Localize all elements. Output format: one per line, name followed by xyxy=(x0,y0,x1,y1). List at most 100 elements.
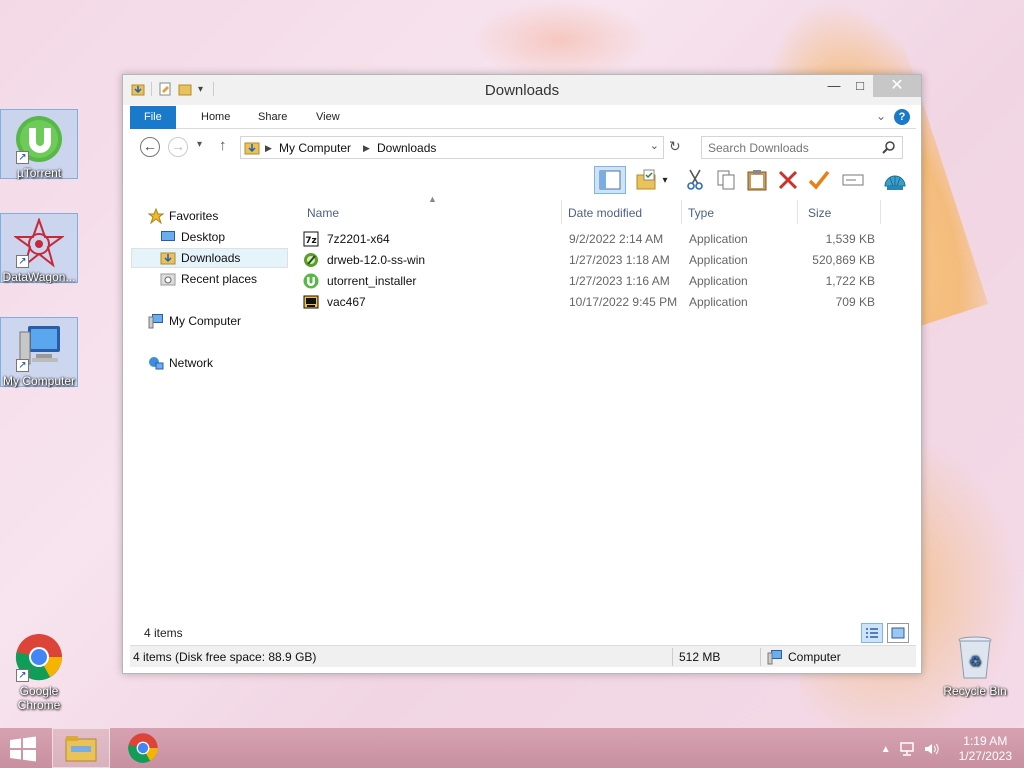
search-input[interactable] xyxy=(708,138,878,158)
address-bar[interactable]: ▶ My Computer ▶ Downloads ⌄ xyxy=(240,136,664,159)
taskbar-chrome[interactable] xyxy=(114,728,172,768)
folder-check-icon xyxy=(636,169,656,190)
utorrent-icon xyxy=(303,273,319,289)
nav-my-computer[interactable]: My Computer xyxy=(148,311,241,331)
tab-file[interactable]: File xyxy=(130,106,176,129)
large-icons-view-icon xyxy=(891,627,905,639)
status-disk-space: 4 items (Disk free space: 88.9 GB) xyxy=(133,650,317,664)
desktop-icon-datawagon[interactable]: ↗ DataWagon... xyxy=(0,213,78,284)
file-row[interactable]: 7z 7z2201-x64 9/2/2022 2:14 AM Applicati… xyxy=(295,229,895,250)
title-bar[interactable]: ▾ Downloads — □ ✕ xyxy=(123,75,921,105)
maximize-button[interactable]: □ xyxy=(847,75,873,97)
check-button[interactable] xyxy=(806,167,832,193)
address-row: ← → ▾ ↑ ▶ My Computer ▶ Downloads ⌄ ↻ xyxy=(130,133,916,161)
drweb-icon xyxy=(304,253,318,267)
delete-x-icon xyxy=(778,170,798,190)
desktop-icon-label: Recycle Bin xyxy=(943,684,1007,698)
clock[interactable]: 1:19 AM 1/27/2023 xyxy=(959,734,1012,764)
forward-button[interactable]: → xyxy=(168,137,188,157)
file-name: 7z2201-x64 xyxy=(327,232,390,246)
back-button[interactable]: ← xyxy=(140,137,160,157)
file-row[interactable]: utorrent_installer 1/27/2023 1:16 AM App… xyxy=(295,271,895,292)
volume-icon[interactable] xyxy=(923,741,939,757)
nav-label: Desktop xyxy=(181,230,226,244)
recycle-bin-icon: ♻ xyxy=(950,632,1000,682)
svg-text:♻: ♻ xyxy=(969,653,982,669)
large-icons-view-button[interactable] xyxy=(887,623,909,643)
delete-button[interactable] xyxy=(775,167,801,193)
rename-icon xyxy=(842,174,864,186)
7zip-icon: 7z xyxy=(303,231,319,247)
minimize-button[interactable]: — xyxy=(821,75,847,97)
desktop-icon-chrome[interactable]: ↗ Google Chrome xyxy=(0,628,78,712)
status-bar: 4 items (Disk free space: 88.9 GB) 512 M… xyxy=(130,645,916,667)
file-name: vac467 xyxy=(327,295,366,309)
windows-logo-icon xyxy=(10,736,36,762)
file-size: 1,722 KB xyxy=(825,274,875,288)
desktop-icon-utorrent[interactable]: ↗ µTorrent xyxy=(0,109,78,180)
search-icon[interactable] xyxy=(882,140,896,154)
breadcrumb-downloads[interactable]: Downloads xyxy=(377,141,436,155)
taskbar-file-explorer[interactable] xyxy=(52,728,110,768)
expand-ribbon-icon[interactable]: ⌄ xyxy=(876,109,886,123)
file-row[interactable]: drweb-12.0-ss-win 1/27/2023 1:18 AM Appl… xyxy=(295,250,895,271)
nav-downloads[interactable]: Downloads xyxy=(131,248,288,268)
details-view-button[interactable] xyxy=(861,623,883,643)
downloads-icon xyxy=(160,252,176,265)
navigation-pane: Favorites Desktop Downloads Recent place… xyxy=(130,200,290,610)
item-count: 4 items xyxy=(144,626,183,640)
chevron-right-icon: ▶ xyxy=(265,143,272,153)
desktop-icon xyxy=(161,231,175,241)
downloads-folder-icon xyxy=(244,142,260,155)
svg-text:7z: 7z xyxy=(305,236,317,246)
shell-button[interactable] xyxy=(882,167,908,193)
column-separator xyxy=(880,200,881,224)
preview-pane-button[interactable] xyxy=(594,166,626,194)
scissors-icon xyxy=(687,169,703,190)
file-size: 1,539 KB xyxy=(825,232,875,246)
chrome-icon xyxy=(128,733,158,763)
breadcrumb-my-computer[interactable]: My Computer xyxy=(279,141,351,155)
tab-share[interactable]: Share xyxy=(244,106,301,129)
column-header-type[interactable]: Type xyxy=(676,202,792,224)
desktop-icon-label: DataWagon... xyxy=(2,270,76,284)
file-size: 520,869 KB xyxy=(812,253,875,267)
separator xyxy=(760,648,761,666)
recent-locations-icon[interactable]: ▾ xyxy=(197,139,202,150)
up-button[interactable]: ↑ xyxy=(219,137,227,154)
separator xyxy=(672,648,673,666)
desktop-icon-recycle-bin[interactable]: ♻ Recycle Bin xyxy=(936,628,1014,698)
close-button[interactable]: ✕ xyxy=(873,75,921,97)
nav-label: Downloads xyxy=(181,251,241,265)
help-button[interactable]: ? xyxy=(894,109,910,125)
show-hidden-icons-icon[interactable]: ▲ xyxy=(881,744,891,755)
clipboard-icon xyxy=(747,170,767,191)
refresh-button[interactable]: ↻ xyxy=(669,138,681,155)
rename-button[interactable] xyxy=(840,167,866,193)
file-name: drweb-12.0-ss-win xyxy=(327,253,426,267)
copy-button[interactable] xyxy=(713,167,739,193)
address-dropdown-icon[interactable]: ⌄ xyxy=(650,139,659,152)
column-header-date[interactable]: Date modified xyxy=(556,202,676,224)
file-date: 9/2/2022 2:14 AM xyxy=(569,232,664,246)
start-button[interactable] xyxy=(8,736,38,765)
folder-options-button[interactable] xyxy=(634,167,660,193)
network-status-icon[interactable] xyxy=(899,741,915,757)
paste-button[interactable] xyxy=(744,167,770,193)
explorer-window: ▾ Downloads — □ ✕ File Home Share View ⌄… xyxy=(122,74,922,674)
nav-desktop[interactable]: Desktop xyxy=(160,227,225,247)
file-type: Application xyxy=(689,232,748,246)
file-row[interactable]: vac467 10/17/2022 9:45 PM Application 70… xyxy=(295,292,895,313)
file-type: Application xyxy=(689,253,748,267)
nav-network[interactable]: Network xyxy=(148,353,213,373)
tab-view[interactable]: View xyxy=(302,106,354,129)
folder-options-dropdown-icon[interactable]: ▾ xyxy=(658,167,672,193)
column-header-size[interactable]: Size xyxy=(796,202,876,224)
nav-favorites[interactable]: Favorites xyxy=(148,206,218,226)
cut-button[interactable] xyxy=(682,167,708,193)
column-header-name[interactable]: Name xyxy=(295,202,555,224)
desktop-icon-my-computer[interactable]: ↗ My Computer xyxy=(0,317,78,388)
shell-icon xyxy=(884,175,906,190)
nav-recent-places[interactable]: Recent places xyxy=(160,269,257,289)
tab-home[interactable]: Home xyxy=(187,106,244,129)
